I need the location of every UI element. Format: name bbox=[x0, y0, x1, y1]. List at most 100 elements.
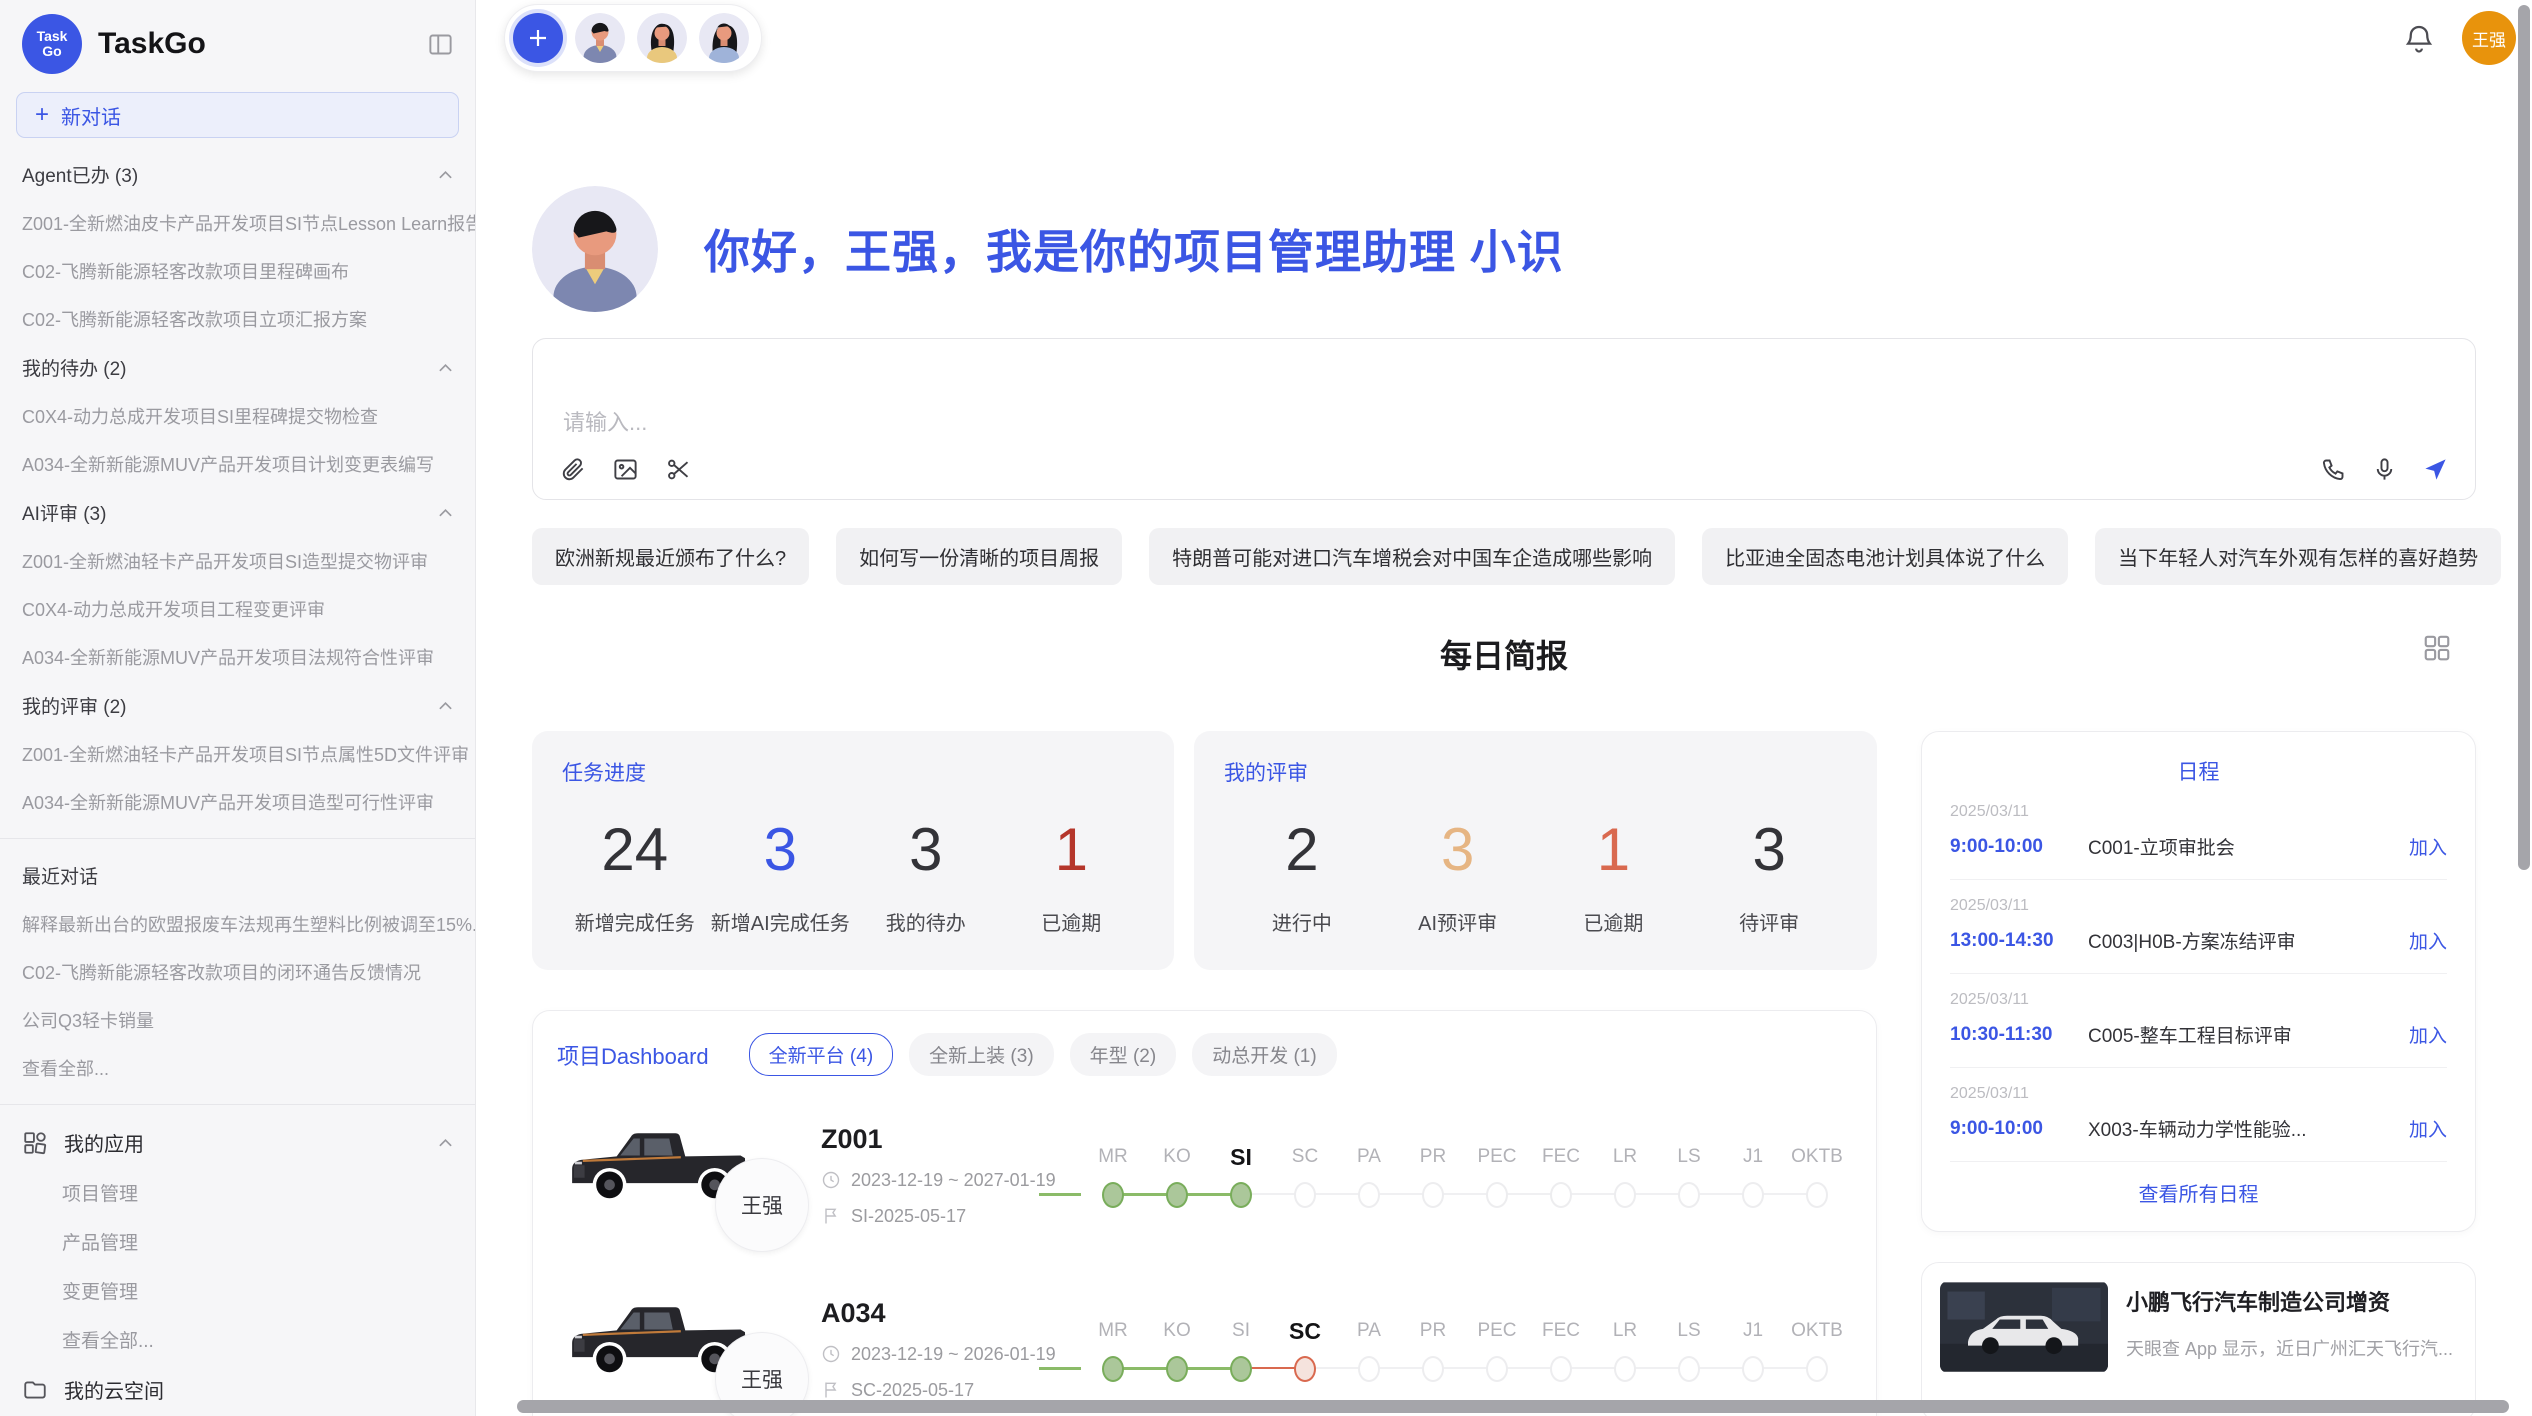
task-item[interactable]: A034-全新新能源MUV产品开发项目法规符合性评审 bbox=[0, 633, 475, 681]
vertical-scrollbar[interactable] bbox=[2518, 5, 2530, 870]
microphone-icon[interactable] bbox=[2371, 456, 2398, 483]
view-all-chats-link[interactable]: 查看全部... bbox=[0, 1044, 475, 1092]
suggestion-chip[interactable]: 当下年轻人对汽车外观有怎样的喜好趋势 bbox=[2095, 528, 2501, 585]
chevron-up-icon[interactable] bbox=[438, 508, 453, 518]
view-all-schedule-link[interactable]: 查看所有日程 bbox=[1950, 1162, 2447, 1211]
notification-bell-icon[interactable] bbox=[2402, 21, 2436, 55]
filter-chip[interactable]: 全新上装 (3) bbox=[909, 1033, 1054, 1076]
stat-in-progress: 2 进行中 bbox=[1224, 817, 1380, 936]
task-item[interactable]: C0X4-动力总成开发项目工程变更评审 bbox=[0, 585, 475, 633]
schedule-event-title: X003-车辆动力学性能验... bbox=[2088, 1115, 2397, 1142]
project-flag: SI-2025-05-17 bbox=[851, 1206, 966, 1227]
join-link[interactable]: 加入 bbox=[2409, 1021, 2447, 1048]
app-link-change-mgmt[interactable]: 变更管理 bbox=[0, 1266, 475, 1315]
suggestion-chip[interactable]: 比亚迪全固态电池计划具体说了什么 bbox=[1702, 528, 2068, 585]
stat-new-done: 24 新增完成任务 bbox=[562, 817, 708, 936]
phone-icon[interactable] bbox=[2320, 456, 2347, 483]
chevron-up-icon[interactable] bbox=[438, 701, 453, 711]
send-icon[interactable] bbox=[2422, 456, 2449, 483]
task-item[interactable]: Z001-全新燃油皮卡产品开发项目SI节点Lesson Learn报告 bbox=[0, 199, 475, 247]
my-apps-label: 我的应用 bbox=[64, 1128, 422, 1157]
project-row[interactable]: 王强 Z001 2023-12-19 ~ 2027-01-19 SI-2025-… bbox=[557, 1100, 1852, 1250]
stat-label: 新增完成任务 bbox=[562, 907, 708, 936]
daily-briefing-header: 每日简报 bbox=[532, 631, 2476, 677]
assistant-avatar[interactable] bbox=[575, 13, 625, 63]
schedule-event-title: C001-立项审批会 bbox=[2088, 833, 2397, 860]
chat-item[interactable]: 公司Q3轻卡销量 bbox=[0, 996, 475, 1044]
milestone-timeline: MR KO SI SC PA PR PEC FEC LR LS J1 OKTB bbox=[1081, 1142, 1849, 1208]
stat-value: 3 bbox=[1380, 817, 1536, 883]
join-link[interactable]: 加入 bbox=[2409, 833, 2447, 860]
suggestion-chip[interactable]: 如何写一份清晰的项目周报 bbox=[836, 528, 1122, 585]
project-row[interactable]: 王强 A034 2023-12-19 ~ 2026-01-19 SC-2025-… bbox=[557, 1274, 1852, 1416]
task-item[interactable]: Z001-全新燃油轻卡产品开发项目SI造型提交物评审 bbox=[0, 537, 475, 585]
scissors-icon[interactable] bbox=[665, 456, 692, 483]
milestone-dot bbox=[1166, 1182, 1188, 1208]
app-title: TaskGo bbox=[98, 27, 423, 61]
section-ai-review[interactable]: AI评审 (3) bbox=[0, 488, 475, 537]
chat-input[interactable] bbox=[533, 339, 2475, 499]
news-card[interactable]: 小鹏飞行汽车制造公司增资 天眼查 App 显示，近日广州汇天飞行汽... bbox=[1921, 1262, 2476, 1416]
app-link-project-mgmt[interactable]: 项目管理 bbox=[0, 1168, 475, 1217]
task-item[interactable]: C02-飞腾新能源轻客改款项目立项汇报方案 bbox=[0, 295, 475, 343]
stat-my-todo: 3 我的待办 bbox=[853, 817, 999, 936]
suggestion-chips: 欧洲新规最近颁布了什么? 如何写一份清晰的项目周报 特朗普可能对进口汽车增税会对… bbox=[532, 528, 2476, 585]
attachment-icon[interactable] bbox=[559, 456, 586, 483]
new-chat-button[interactable]: + 新对话 bbox=[16, 92, 459, 138]
section-my-todo[interactable]: 我的待办 (2) bbox=[0, 343, 475, 392]
project-flag: SC-2025-05-17 bbox=[851, 1380, 974, 1401]
section-my-review[interactable]: 我的评审 (2) bbox=[0, 681, 475, 730]
milestone: MR bbox=[1081, 1316, 1145, 1382]
sidebar-item-my-apps[interactable]: 我的应用 bbox=[0, 1117, 475, 1168]
card-title: 我的评审 bbox=[1224, 757, 1847, 787]
task-item[interactable]: C02-飞腾新能源轻客改款项目里程碑画布 bbox=[0, 247, 475, 295]
section-agent-done[interactable]: Agent已办 (3) bbox=[0, 150, 475, 199]
suggestion-chip[interactable]: 欧洲新规最近颁布了什么? bbox=[532, 528, 809, 585]
layout-grid-icon[interactable] bbox=[2422, 633, 2452, 663]
chevron-up-icon[interactable] bbox=[438, 363, 453, 373]
flag-icon bbox=[821, 1380, 841, 1400]
milestone-dot bbox=[1102, 1356, 1124, 1382]
assistant-switcher bbox=[504, 4, 762, 72]
add-assistant-button[interactable] bbox=[513, 13, 563, 63]
assistant-avatar[interactable] bbox=[699, 13, 749, 63]
suggestion-chip[interactable]: 特朗普可能对进口汽车增税会对中国车企造成哪些影响 bbox=[1149, 528, 1675, 585]
chevron-up-icon[interactable] bbox=[438, 1138, 453, 1148]
chevron-up-icon[interactable] bbox=[438, 170, 453, 180]
sidebar-item-cloud-space[interactable]: 我的云空间 bbox=[0, 1364, 475, 1415]
section-title: 我的待办 (2) bbox=[22, 354, 127, 381]
filter-chip[interactable]: 动总开发 (1) bbox=[1192, 1033, 1337, 1076]
project-dates: 2023-12-19 ~ 2026-01-19 bbox=[851, 1344, 1056, 1365]
image-icon[interactable] bbox=[612, 456, 639, 483]
filter-chip[interactable]: 全新平台 (4) bbox=[749, 1033, 894, 1076]
schedule-date: 2025/03/11 bbox=[1950, 1085, 2447, 1103]
view-all-apps-link[interactable]: 查看全部... bbox=[0, 1315, 475, 1364]
folder-icon bbox=[22, 1377, 48, 1403]
stat-value: 3 bbox=[853, 817, 999, 883]
chat-item[interactable]: C02-飞腾新能源轻客改款项目的闭环通告反馈情况 bbox=[0, 948, 475, 996]
join-link[interactable]: 加入 bbox=[2409, 927, 2447, 954]
milestone-dot bbox=[1294, 1182, 1316, 1208]
assistant-avatar[interactable] bbox=[637, 13, 687, 63]
app-link-product-mgmt[interactable]: 产品管理 bbox=[0, 1217, 475, 1266]
filter-chip[interactable]: 年型 (2) bbox=[1070, 1033, 1177, 1076]
task-item[interactable]: A034-全新新能源MUV产品开发项目计划变更表编写 bbox=[0, 440, 475, 488]
milestone: SC bbox=[1273, 1142, 1337, 1208]
user-avatar[interactable]: 王强 bbox=[2462, 11, 2516, 65]
milestone-dot bbox=[1742, 1356, 1764, 1382]
apps-grid-icon bbox=[22, 1130, 48, 1156]
task-item[interactable]: A034-全新新能源MUV产品开发项目造型可行性评审 bbox=[0, 778, 475, 826]
join-link[interactable]: 加入 bbox=[2409, 1115, 2447, 1142]
milestone-dot bbox=[1102, 1182, 1124, 1208]
milestone-dot bbox=[1550, 1356, 1572, 1382]
composer-left-tools bbox=[559, 456, 692, 483]
greeting-block: 你好，王强，我是你的项目管理助理 小识 bbox=[532, 186, 2476, 312]
task-item[interactable]: Z001-全新燃油轻卡产品开发项目SI节点属性5D文件评审 bbox=[0, 730, 475, 778]
chat-item[interactable]: 解释最新出台的欧盟报废车法规再生塑料比例被调至15%... bbox=[0, 900, 475, 948]
divider bbox=[0, 838, 475, 839]
horizontal-scrollbar[interactable] bbox=[517, 1400, 2509, 1413]
task-progress-card: 任务进度 24 新增完成任务 3 新增AI完成任务 3 bbox=[532, 731, 1174, 970]
sidebar-collapse-icon[interactable] bbox=[423, 27, 457, 61]
project-image: 王强 bbox=[557, 1274, 809, 1416]
task-item[interactable]: C0X4-动力总成开发项目SI里程碑提交物检查 bbox=[0, 392, 475, 440]
